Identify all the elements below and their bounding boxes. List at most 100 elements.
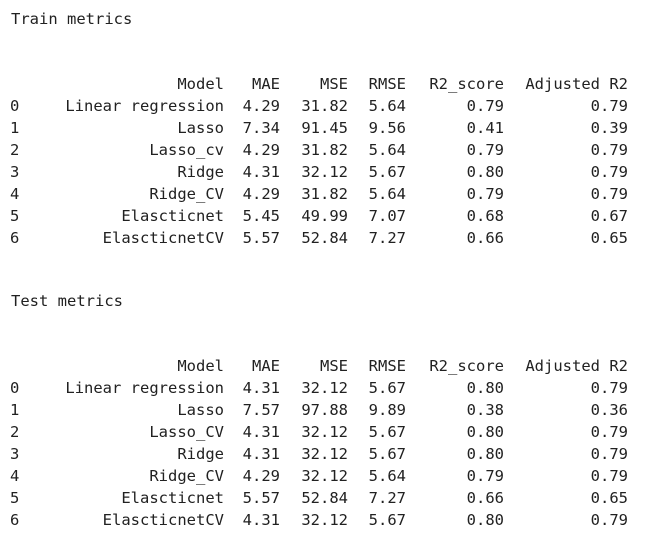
r2-score-cell: 0.41 [466, 119, 504, 137]
row-index: 1 [10, 401, 20, 419]
rmse-cell: 5.64 [368, 185, 406, 203]
mae-cell: 4.31 [242, 379, 280, 397]
table-header-row: Model MAE MSE RMSE R2_score Adjusted R2 [10, 73, 628, 95]
rmse-cell: 5.67 [368, 163, 406, 181]
table-row: 3 Ridge 4.31 32.12 5.67 0.80 0.79 [10, 443, 628, 465]
mae-cell: 7.57 [242, 401, 280, 419]
column-header-adjusted-r2: Adjusted R2 [525, 357, 628, 375]
adjusted-r2-cell: 0.79 [590, 467, 628, 485]
table-row: 2 Lasso_CV 4.31 32.12 5.67 0.80 0.79 [10, 421, 628, 443]
r2-score-cell: 0.38 [466, 401, 504, 419]
model-cell: Ridge_CV [149, 185, 224, 203]
rmse-cell: 5.64 [368, 141, 406, 159]
mae-cell: 4.31 [242, 511, 280, 529]
table-row: 0 Linear regression 4.31 32.12 5.67 0.80… [10, 377, 628, 399]
table-header-row: Model MAE MSE RMSE R2_score Adjusted R2 [10, 355, 628, 377]
table-row: 2 Lasso_cv 4.29 31.82 5.64 0.79 0.79 [10, 139, 628, 161]
adjusted-r2-cell: 0.79 [590, 185, 628, 203]
table-row: 5 Elascticnet 5.45 49.99 7.07 0.68 0.67 [10, 205, 628, 227]
r2-score-cell: 0.68 [466, 207, 504, 225]
mse-cell: 31.82 [301, 141, 348, 159]
adjusted-r2-cell: 0.79 [590, 423, 628, 441]
mse-cell: 49.99 [301, 207, 348, 225]
mse-cell: 32.12 [301, 467, 348, 485]
model-cell: Lasso_CV [149, 423, 224, 441]
model-cell: Elascticnet [121, 489, 224, 507]
r2-score-cell: 0.80 [466, 445, 504, 463]
table-row: 1 Lasso 7.57 97.88 9.89 0.38 0.36 [10, 399, 628, 421]
r2-score-cell: 0.79 [466, 97, 504, 115]
r2-score-cell: 0.66 [466, 229, 504, 247]
rmse-cell: 5.67 [368, 423, 406, 441]
column-header-mae: MAE [252, 357, 280, 375]
column-header-r2-score: R2_score [429, 357, 504, 375]
model-cell: Ridge_CV [149, 467, 224, 485]
r2-score-cell: 0.79 [466, 467, 504, 485]
rmse-cell: 9.56 [368, 119, 406, 137]
adjusted-r2-cell: 0.79 [590, 379, 628, 397]
r2-score-cell: 0.80 [466, 379, 504, 397]
model-cell: Elascticnet [121, 207, 224, 225]
r2-score-cell: 0.80 [466, 423, 504, 441]
model-cell: ElascticnetCV [102, 511, 224, 529]
r2-score-cell: 0.80 [466, 163, 504, 181]
column-header-rmse: RMSE [368, 357, 406, 375]
adjusted-r2-cell: 0.39 [590, 119, 628, 137]
mae-cell: 4.31 [242, 423, 280, 441]
column-header-mae: MAE [252, 75, 280, 93]
mae-cell: 4.29 [242, 141, 280, 159]
row-index: 6 [10, 511, 20, 529]
row-index: 2 [10, 141, 20, 159]
train-metrics-title: Train metrics [11, 10, 133, 28]
mae-cell: 5.57 [242, 489, 280, 507]
table-row: 6 ElascticnetCV 4.31 32.12 5.67 0.80 0.7… [10, 509, 628, 531]
mae-cell: 4.31 [242, 445, 280, 463]
column-header-model: Model [177, 357, 224, 375]
model-cell: Lasso_cv [149, 141, 224, 159]
mse-cell: 32.12 [301, 163, 348, 181]
column-header-model: Model [177, 75, 224, 93]
mse-cell: 31.82 [301, 97, 348, 115]
mse-cell: 32.12 [301, 423, 348, 441]
model-cell: Linear regression [65, 379, 224, 397]
row-index: 3 [10, 163, 20, 181]
rmse-cell: 5.67 [368, 445, 406, 463]
model-cell: ElascticnetCV [102, 229, 224, 247]
table-row: 0 Linear regression 4.29 31.82 5.64 0.79… [10, 95, 628, 117]
r2-score-cell: 0.79 [466, 141, 504, 159]
model-cell: Lasso [177, 119, 224, 137]
rmse-cell: 7.27 [368, 489, 406, 507]
table-row: 4 Ridge_CV 4.29 32.12 5.64 0.79 0.79 [10, 465, 628, 487]
rmse-cell: 5.64 [368, 467, 406, 485]
index-header [10, 73, 32, 95]
mae-cell: 7.34 [242, 119, 280, 137]
column-header-rmse: RMSE [368, 75, 406, 93]
mse-cell: 52.84 [301, 229, 348, 247]
row-index: 6 [10, 229, 20, 247]
mse-cell: 52.84 [301, 489, 348, 507]
mae-cell: 4.31 [242, 163, 280, 181]
table-row: 1 Lasso 7.34 91.45 9.56 0.41 0.39 [10, 117, 628, 139]
adjusted-r2-cell: 0.79 [590, 141, 628, 159]
mae-cell: 4.29 [242, 467, 280, 485]
mse-cell: 31.82 [301, 185, 348, 203]
mae-cell: 5.57 [242, 229, 280, 247]
index-header [10, 355, 32, 377]
adjusted-r2-cell: 0.65 [590, 489, 628, 507]
mse-cell: 32.12 [301, 379, 348, 397]
column-header-mse: MSE [320, 357, 348, 375]
row-index: 5 [10, 489, 20, 507]
table-row: 6 ElascticnetCV 5.57 52.84 7.27 0.66 0.6… [10, 227, 628, 249]
train-metrics-table: Model MAE MSE RMSE R2_score Adjusted R2 … [10, 73, 628, 249]
model-cell: Ridge [177, 445, 224, 463]
adjusted-r2-cell: 0.79 [590, 97, 628, 115]
table-row: 3 Ridge 4.31 32.12 5.67 0.80 0.79 [10, 161, 628, 183]
test-metrics-title: Test metrics [11, 292, 123, 310]
adjusted-r2-cell: 0.65 [590, 229, 628, 247]
rmse-cell: 5.67 [368, 511, 406, 529]
test-metrics-table: Model MAE MSE RMSE R2_score Adjusted R2 … [10, 355, 628, 531]
row-index: 3 [10, 445, 20, 463]
r2-score-cell: 0.79 [466, 185, 504, 203]
model-cell: Lasso [177, 401, 224, 419]
rmse-cell: 7.27 [368, 229, 406, 247]
